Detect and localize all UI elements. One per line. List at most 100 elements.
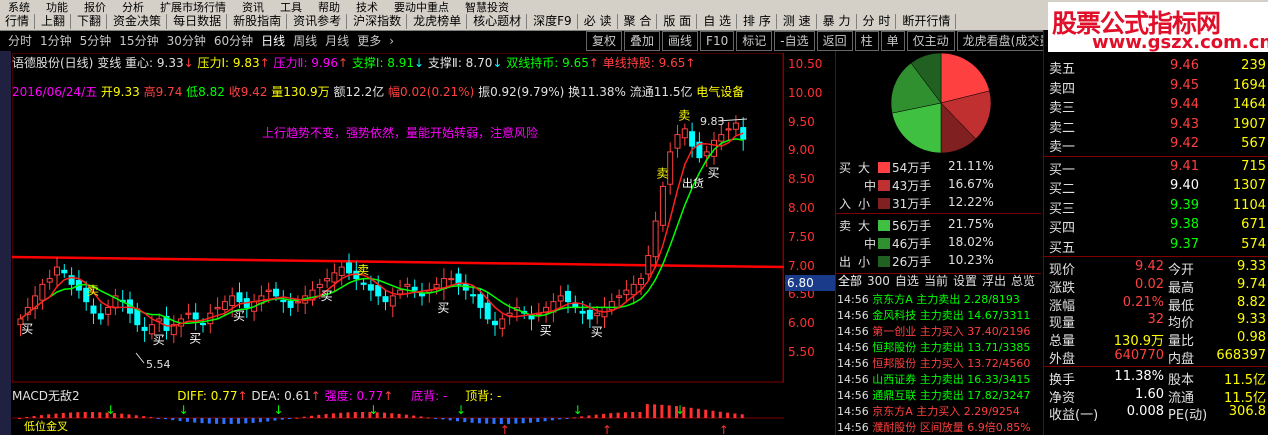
tick-time: 14:56 [837, 309, 873, 322]
period-tab-6[interactable]: 日线 [261, 31, 285, 51]
flow-tab-3[interactable]: 当前 [924, 274, 948, 289]
toolbar-button-17[interactable]: 暴 力 [818, 14, 857, 29]
macd-bar [91, 412, 94, 418]
period-tab-3[interactable]: 15分钟 [119, 31, 158, 51]
flow-size: 大 [858, 219, 871, 233]
macd-bar [69, 412, 73, 418]
menu-item-4[interactable]: 扩展市场行情 [152, 2, 234, 13]
candle [68, 267, 75, 296]
menu-item-3[interactable]: 分析 [114, 2, 152, 13]
toolbar-button-14[interactable]: 自 选 [698, 14, 738, 29]
menu-item-6[interactable]: 工具 [272, 2, 310, 13]
chart-button-9[interactable]: 仅主动 [906, 31, 955, 51]
depth-row: 卖三 9.44 1464 [1044, 97, 1268, 116]
flow-tab-4[interactable]: 设置 [953, 274, 977, 289]
flow-tab-2[interactable]: 自选 [895, 274, 919, 289]
toolbar-button-0[interactable]: 行情 [0, 14, 36, 29]
menu-item-2[interactable]: 报价 [76, 2, 114, 13]
flow-swatch [878, 162, 890, 173]
stat-row: 外盘 640770 内盘 668397 [1044, 348, 1268, 367]
toolbar-button-12[interactable]: 聚 合 [619, 14, 658, 29]
toolbar-button-11[interactable]: 必 读 [579, 14, 618, 29]
menu-item-5[interactable]: 资讯 [234, 2, 272, 13]
flow-tab-5[interactable]: 浮出 [982, 274, 1006, 289]
tick-row[interactable]: 14:56 京东方A 主力买入 2.29/9254 [837, 403, 1020, 419]
candle [659, 181, 666, 232]
chart-button-5[interactable]: -自选 [774, 31, 815, 51]
flow-tab-6[interactable]: 总览 [1011, 274, 1035, 289]
macd-bar [594, 414, 598, 418]
depth-price: 9.37 [1170, 236, 1199, 252]
tick-row[interactable]: 14:56 濮耐股份 区间放量 6.9倍0.85% [837, 419, 1031, 435]
flow-tab-1[interactable]: 300 [867, 274, 890, 289]
toolbar-button-13[interactable]: 版 面 [658, 14, 698, 29]
toolbar-button-10[interactable]: 深度F9 [528, 14, 578, 29]
tick-row[interactable]: 14:56 金风科技 主力卖出 14.67/3311 [837, 307, 1030, 323]
period-tab-10[interactable]: › [389, 31, 394, 51]
macd-bar [32, 416, 36, 418]
toolbar-button-7[interactable]: 沪深指数 [348, 14, 408, 29]
toolbar-button-9[interactable]: 核心题材 [468, 14, 528, 29]
toolbar-button-19[interactable]: 断开行情 [897, 14, 957, 29]
sell-mark: 卖 [87, 283, 99, 297]
toolbar-button-8[interactable]: 龙虎榜单 [408, 14, 468, 29]
chart-button-8[interactable]: 单 [880, 31, 905, 51]
macd-bar [361, 412, 365, 418]
chart-button-2[interactable]: 画线 [662, 31, 699, 51]
period-tab-8[interactable]: 月线 [325, 31, 349, 51]
menu-item-7[interactable]: 帮助 [310, 2, 348, 13]
tick-time: 14:56 [837, 325, 873, 338]
period-tab-7[interactable]: 周线 [293, 31, 317, 51]
tick-row[interactable]: 14:56 恒邦股份 主力买入 13.72/4560 [837, 355, 1030, 371]
tick-row[interactable]: 14:56 恒邦股份 主力卖出 13.71/3385 [837, 339, 1030, 355]
depth-volume: 1464 [1232, 97, 1266, 112]
tick-row[interactable]: 14:56 通鼎互联 主力卖出 17.82/3247 [837, 387, 1030, 403]
menu-item-0[interactable]: 系统 [0, 2, 38, 13]
macd-bar [711, 410, 715, 418]
toolbar-button-5[interactable]: 新股指南 [228, 14, 288, 29]
candle [294, 295, 301, 312]
menu-item-8[interactable]: 技术 [348, 2, 386, 13]
macd-bar [419, 416, 423, 418]
period-tab-9[interactable]: 更多 [357, 31, 381, 51]
chart-button-0[interactable]: 复权 [586, 31, 623, 51]
period-tab-5[interactable]: 60分钟 [214, 31, 253, 51]
price-axis: 10.50 10.00 9.50 9.00 8.50 8.00 7.50 7.00 6.50 6.… [786, 57, 834, 375]
tick-row[interactable]: 14:56 京东方A 主力卖出 2.28/8193 [837, 291, 1020, 307]
period-tab-0[interactable]: 分时 [8, 31, 32, 51]
toolbar-button-4[interactable]: 每日数据 [168, 14, 228, 29]
flow-tab-0[interactable]: 全部 [838, 274, 862, 289]
stat-value: 640770 [1114, 348, 1164, 363]
period-tab-2[interactable]: 5分钟 [80, 31, 112, 51]
toolbar-button-15[interactable]: 排 序 [738, 14, 777, 29]
tick-row[interactable]: 14:56 山西证券 主力卖出 16.33/3415 [837, 371, 1030, 387]
chart-button-7[interactable]: 柱 [854, 31, 879, 51]
toolbar-button-18[interactable]: 分 时 [858, 14, 897, 29]
flow-size: 大 [858, 161, 871, 175]
macd-bar [638, 412, 642, 418]
menu-item-1[interactable]: 功能 [38, 2, 76, 13]
toolbar-button-6[interactable]: 资讯参考 [288, 14, 348, 29]
toolbar-button-3[interactable]: 资金决策 [108, 14, 168, 29]
candle [163, 306, 170, 340]
macd-bar [645, 404, 649, 418]
chart-button-1[interactable]: 叠加 [624, 31, 661, 51]
toolbar-button-2[interactable]: 下翻 [72, 14, 108, 29]
chart-button-3[interactable]: F10 [700, 31, 735, 51]
menu-item-9[interactable]: 要动中重点 [386, 2, 457, 13]
macd-bar [521, 418, 525, 424]
tick-row[interactable]: 14:56 第一创业 主力买入 37.40/2196 [837, 323, 1030, 339]
flow-swatch [878, 238, 890, 249]
stat-value: 32 [1147, 312, 1164, 328]
period-tab-1[interactable]: 1分钟 [40, 31, 72, 51]
toolbar-button-1[interactable]: 上翻 [36, 14, 72, 29]
macd-chart[interactable]: ↓ ↓ ↓ ↓ ↓ ↓ ↓ ↑ ↑ ↑ [12, 400, 784, 435]
toolbar-button-16[interactable]: 测 速 [778, 14, 817, 29]
chart-button-4[interactable]: 标记 [736, 31, 773, 51]
macd-bar [404, 414, 408, 418]
period-tab-4[interactable]: 30分钟 [167, 31, 206, 51]
kline-chart[interactable]: 买买 买买买买买 买买卖卖卖卖出货9.835.54 [12, 53, 784, 383]
menu-item-10[interactable]: 智慧投资 [457, 2, 517, 13]
chart-button-6[interactable]: 返回 [816, 31, 853, 51]
tick-value: 6.9倍0.85% [967, 421, 1031, 434]
